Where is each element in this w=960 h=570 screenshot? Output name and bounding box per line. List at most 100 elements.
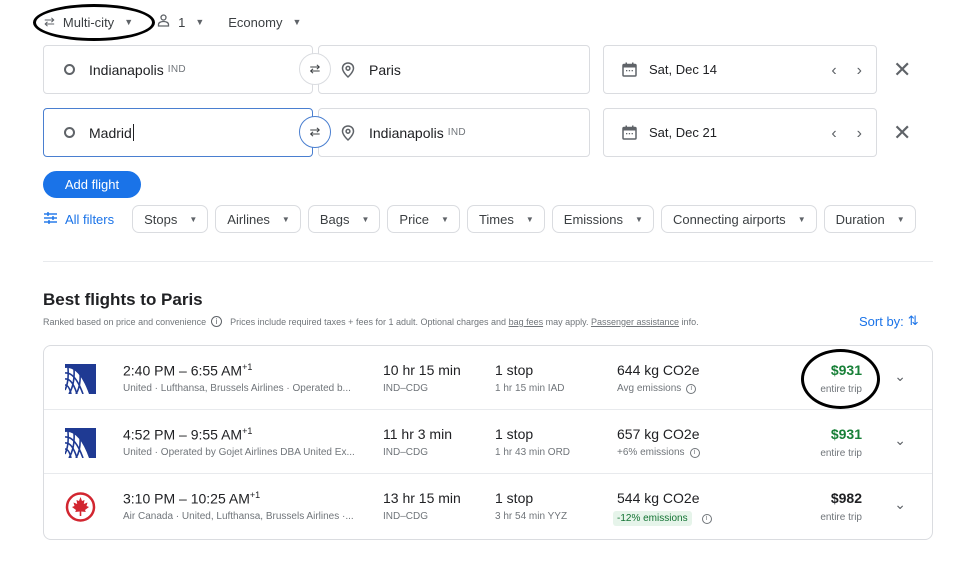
all-filters-button[interactable]: All filters	[44, 211, 114, 227]
chip-label: Times	[478, 211, 514, 227]
origin-code: IND	[167, 64, 186, 75]
day-offset: +1	[242, 426, 253, 436]
origin-input[interactable]: Indianapolis IND	[43, 45, 313, 94]
person-icon	[157, 14, 170, 30]
arrival-time: 10:25 AM	[190, 490, 250, 507]
trip-type-label: Multi-city	[62, 14, 115, 30]
info-suffix-text: info.	[681, 316, 699, 327]
flight-row[interactable]: 4:52 PM – 9:55 AM+1 United · Operated by…	[44, 410, 932, 474]
next-date-chevron-icon[interactable]: ›	[857, 62, 862, 80]
swap-arrows-icon: ⇄	[309, 124, 321, 139]
air-canada-logo-icon	[65, 492, 96, 522]
multi-city-arrows-icon: ⇄	[44, 14, 55, 29]
origin-input[interactable]: Madrid	[43, 108, 313, 157]
flight-price: $982	[830, 490, 862, 506]
info-icon[interactable]: i	[689, 447, 700, 458]
airlines-text: Air Canada · United, Lufthansa, Brussels…	[123, 511, 354, 522]
destination-input[interactable]: Indianapolis IND	[318, 108, 590, 157]
origin-city: Madrid	[89, 124, 132, 141]
cabin-class-label: Economy	[228, 14, 283, 30]
filter-chip-bags[interactable]: Bags ▼	[307, 205, 381, 233]
filter-chip-stops[interactable]: Stops ▼	[132, 205, 209, 233]
may-apply-text: may apply.	[545, 316, 589, 327]
emissions-info: +6% emissions i	[617, 447, 700, 458]
departure-time: 4:52 PM	[123, 426, 176, 443]
previous-date-chevron-icon[interactable]: ‹	[831, 125, 836, 143]
cabin-class-select[interactable]: Economy ▼	[228, 15, 301, 30]
flight-price: $931	[830, 362, 862, 378]
bag-fees-link[interactable]: bag fees	[509, 317, 544, 327]
expand-chevron-icon[interactable]: ⌄	[894, 496, 906, 513]
caret-down-icon: ▼	[896, 214, 905, 224]
caret-down-icon: ▼	[195, 17, 205, 27]
airlines-text: United · Lufthansa, Brussels Airlines · …	[123, 383, 351, 394]
destination-input[interactable]: Paris	[318, 45, 590, 94]
emissions-info: -12% emissions i	[613, 511, 712, 526]
flight-times: 4:52 PM – 9:55 AM+1	[123, 426, 253, 443]
flight-row[interactable]: 3:10 PM – 10:25 AM+1 Air Canada · United…	[44, 474, 932, 539]
flight-times: 2:40 PM – 6:55 AM+1	[123, 362, 253, 379]
flight-leg-1: Indianapolis IND ⇄ Paris Sat, Dec 14 ‹ ›…	[43, 45, 933, 94]
swap-origin-destination-button[interactable]: ⇄	[299, 116, 331, 148]
layover-info: 3 hr 54 min YYZ	[495, 511, 568, 522]
swap-arrows-icon: ⇄	[309, 61, 321, 76]
departure-date: Sat, Dec 14	[649, 62, 717, 77]
info-icon[interactable]: i	[211, 316, 223, 327]
chip-label: Price	[399, 211, 430, 227]
arrival-time: 9:55 AM	[190, 426, 243, 443]
emissions-info: Avg emissions i	[617, 383, 697, 394]
flight-route: IND–CDG	[383, 383, 429, 394]
flight-route: IND–CDG	[383, 447, 429, 458]
flight-row[interactable]: 2:40 PM – 6:55 AM+1 United · Lufthansa, …	[44, 346, 932, 410]
destination-city: Paris	[369, 61, 401, 78]
sort-by-button[interactable]: Sort by: ⇅	[859, 313, 919, 329]
price-trip-type: entire trip	[820, 448, 862, 459]
stops-count: 1 stop	[495, 490, 534, 506]
departure-date-input[interactable]: Sat, Dec 21 ‹ ›	[603, 108, 877, 157]
layover-info: 1 hr 15 min IAD	[495, 383, 565, 394]
filter-chip-duration[interactable]: Duration ▼	[823, 205, 916, 233]
filter-chip-airlines[interactable]: Airlines ▼	[215, 205, 301, 233]
filter-chip-connecting-airports[interactable]: Connecting airports ▼	[660, 205, 817, 233]
caret-down-icon: ▼	[525, 214, 534, 224]
remove-leg-close-icon[interactable]: ✕	[893, 108, 911, 157]
expand-chevron-icon[interactable]: ⌄	[894, 432, 906, 449]
passengers-select[interactable]: 1 ▼	[157, 14, 204, 30]
previous-date-chevron-icon[interactable]: ‹	[831, 62, 836, 80]
location-pin-icon	[341, 124, 355, 141]
departure-time: 2:40 PM	[123, 362, 176, 379]
co2-amount: 544 kg CO2e	[617, 490, 700, 506]
swap-origin-destination-button[interactable]: ⇄	[299, 53, 331, 85]
sort-arrows-icon: ⇅	[907, 313, 919, 328]
trip-type-select[interactable]: ⇄ Multi-city ▼	[44, 14, 133, 30]
filter-chip-price[interactable]: Price ▼	[387, 205, 460, 233]
emissions-badge: -12% emissions	[613, 511, 692, 526]
sort-by-label: Sort by:	[859, 313, 904, 329]
flight-route: IND–CDG	[383, 511, 429, 522]
origin-circle-icon	[64, 64, 75, 75]
origin-city: Indianapolis	[89, 61, 164, 78]
flight-duration: 11 hr 3 min	[383, 426, 452, 442]
filter-chip-times[interactable]: Times ▼	[466, 205, 545, 233]
chip-label: Duration	[835, 211, 885, 227]
emissions-label: Avg emissions	[617, 383, 682, 394]
destination-code: IND	[447, 127, 466, 138]
filter-chip-emissions[interactable]: Emissions ▼	[551, 205, 654, 233]
chip-label: Stops	[144, 211, 178, 227]
info-icon[interactable]: i	[686, 383, 697, 394]
calendar-icon	[622, 125, 637, 140]
chip-label: Bags	[319, 211, 350, 227]
united-airlines-logo-icon	[65, 428, 96, 458]
expand-chevron-icon[interactable]: ⌄	[894, 368, 906, 385]
co2-amount: 644 kg CO2e	[617, 362, 700, 378]
arrival-time: 6:55 AM	[190, 362, 243, 379]
add-flight-button[interactable]: Add flight	[43, 171, 141, 198]
departure-date-input[interactable]: Sat, Dec 14 ‹ ›	[603, 45, 877, 94]
remove-leg-close-icon[interactable]: ✕	[893, 45, 911, 94]
next-date-chevron-icon[interactable]: ›	[857, 125, 862, 143]
co2-amount: 657 kg CO2e	[617, 426, 700, 442]
destination-city: Indianapolis	[369, 124, 444, 141]
passenger-assistance-link[interactable]: Passenger assistance	[591, 317, 679, 327]
info-icon[interactable]: i	[701, 513, 712, 524]
origin-circle-icon	[64, 127, 75, 138]
